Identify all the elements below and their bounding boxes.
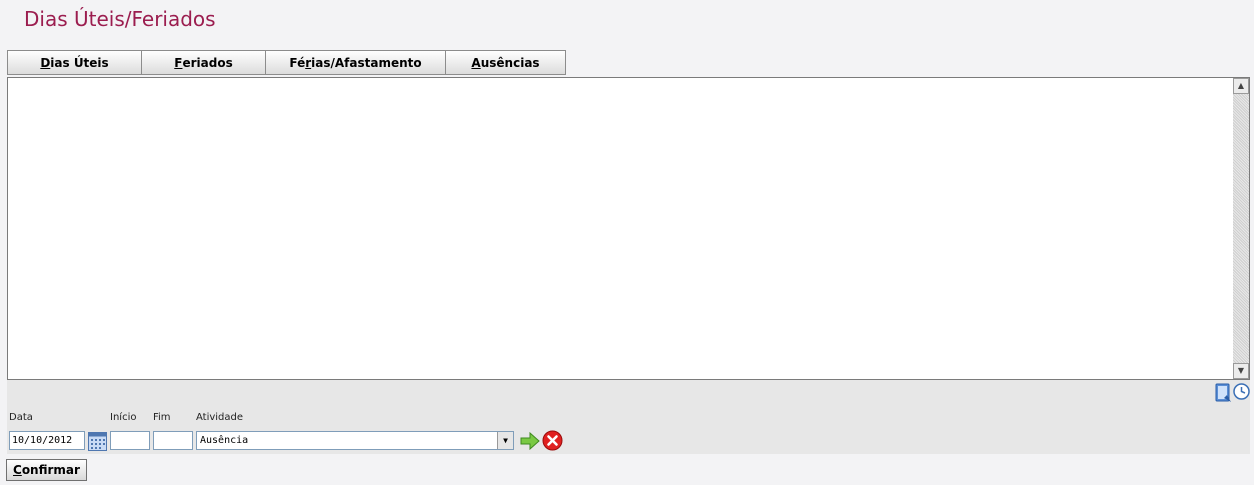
tab-label-prefix: Fé [289,55,306,70]
scroll-up-button[interactable]: ▲ [1233,78,1249,94]
calendar-icon[interactable] [88,432,107,451]
notes-icon[interactable] [1215,383,1232,403]
inicio-field[interactable] [110,431,150,450]
data-field[interactable]: 10/10/2012 [9,431,85,450]
tab-access-key: F [174,55,183,70]
page-title: Dias Úteis/Feriados [24,7,216,31]
chevron-down-icon[interactable]: ▼ [497,432,513,449]
atividade-selected-value: Ausência [200,435,249,446]
tab-dias-uteis[interactable]: Dias Úteis [7,50,142,75]
confirm-access-key: C [13,463,22,477]
content-panel: ▲ ▼ [7,77,1250,380]
tab-bar: Dias Úteis Feriados Fé r ias/Afastamento A… [7,50,566,75]
tab-feriados[interactable]: Feriados [141,50,266,75]
tab-access-key: D [40,55,51,70]
confirm-button[interactable]: Confirmar [6,459,87,481]
tab-label: usências [480,55,540,70]
scroll-down-button[interactable]: ▼ [1233,363,1249,379]
clock-icon[interactable] [1233,383,1250,400]
tab-access-key: A [471,55,481,70]
confirm-label: onfirmar [21,463,80,477]
tab-ferias-afastamento[interactable]: Fé r ias/Afastamento [265,50,446,75]
corner-icons [1215,383,1250,403]
tab-ausencias[interactable]: Ausências [445,50,566,75]
fim-field[interactable] [153,431,193,450]
tab-label: eriados [182,55,233,70]
red-x-circle-icon[interactable] [542,430,563,451]
inicio-label: Início [110,412,137,423]
atividade-label: Atividade [196,412,244,423]
atividade-select[interactable]: Ausência ▼ [196,431,514,450]
green-arrow-right-icon[interactable] [520,432,540,450]
vertical-scrollbar[interactable]: ▲ ▼ [1233,78,1249,379]
tab-label: ias Úteis [50,55,109,70]
data-label: Data [9,412,33,423]
entry-toolbar: Data Início Fim Atividade 10/10/2012 Aus… [7,380,1250,454]
fim-label: Fim [153,412,171,423]
tab-label: ias/Afastamento [311,55,422,70]
